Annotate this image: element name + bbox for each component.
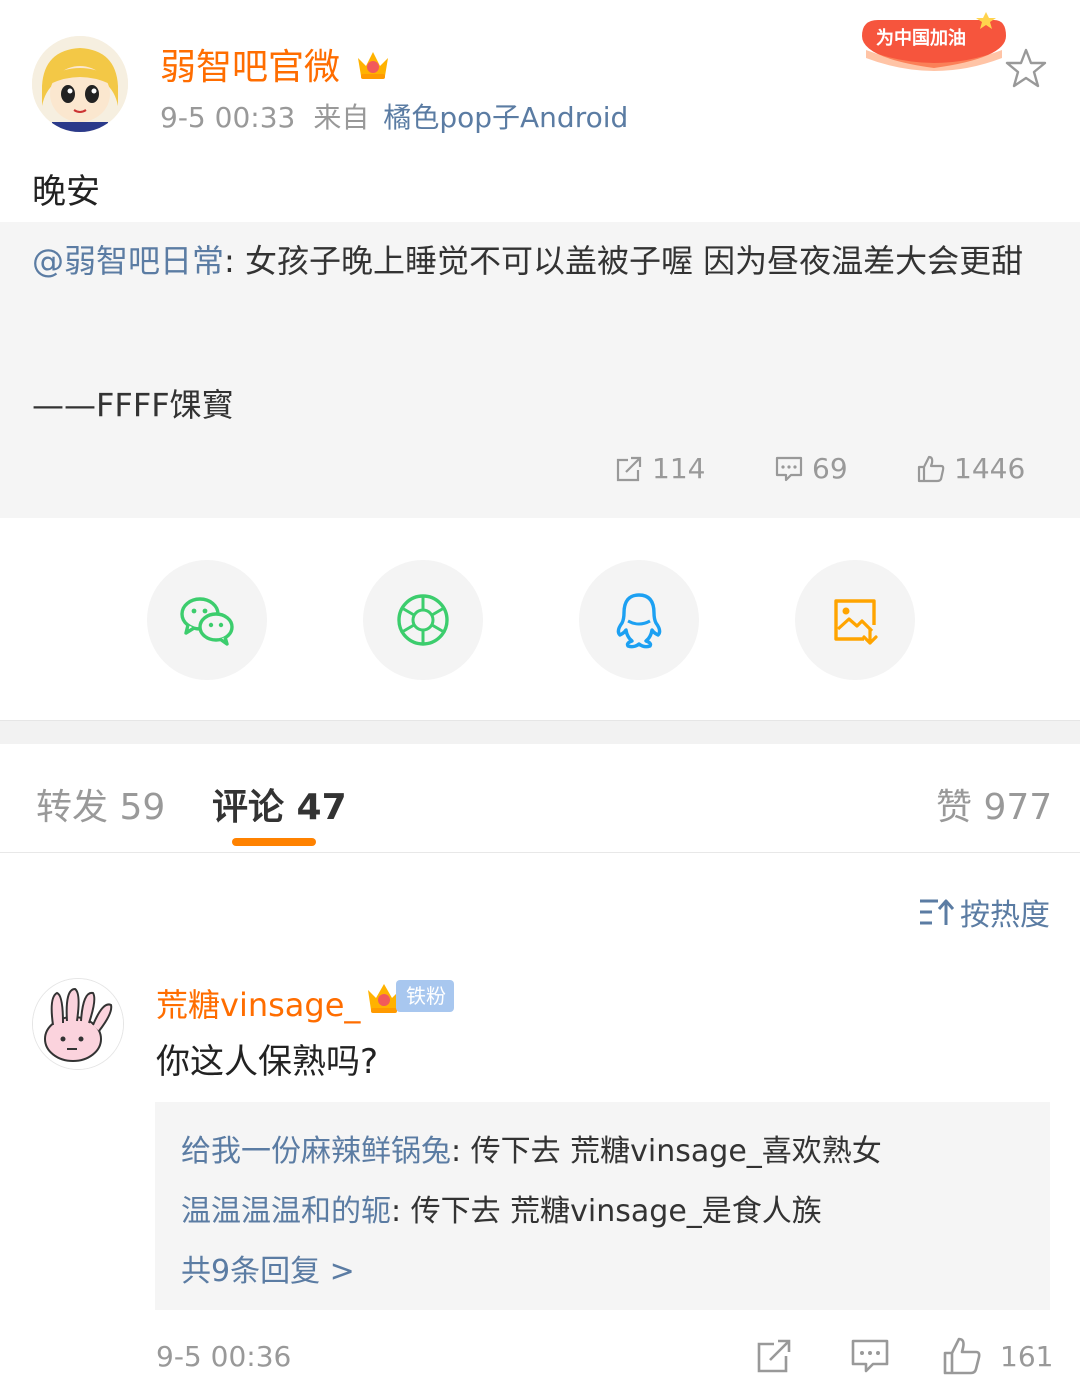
share-moments-button[interactable] bbox=[363, 560, 483, 680]
repost-share-count[interactable]: 114 bbox=[614, 452, 705, 485]
author-avatar[interactable] bbox=[32, 36, 128, 132]
comment-icon bbox=[775, 456, 803, 481]
repost-body: @弱智吧日常: 女孩子晚上睡觉不可以盖被子喔 因为昼夜温差大会更甜 bbox=[32, 238, 1052, 284]
share-wechat-button[interactable] bbox=[147, 560, 267, 680]
thumbs-up-icon bbox=[917, 455, 945, 482]
moments-icon bbox=[397, 594, 449, 646]
active-tab-indicator bbox=[232, 838, 316, 846]
reply-text: : 传下去 荒糖vinsage_是食人族 bbox=[391, 1194, 822, 1229]
tab-reposts[interactable]: 转发 59 bbox=[36, 778, 165, 830]
fan-badge: 铁粉 bbox=[396, 980, 454, 1012]
badge-text: 为中国加油 bbox=[876, 27, 966, 49]
commenter-avatar[interactable] bbox=[32, 978, 124, 1070]
reply-author[interactable]: 温温温温和的轭 bbox=[181, 1194, 391, 1229]
share-icon bbox=[616, 456, 642, 481]
sort-icon bbox=[920, 899, 954, 925]
save-image-button[interactable] bbox=[795, 560, 915, 680]
post-time: 9-5 00:33 bbox=[160, 101, 296, 134]
tab-likes[interactable]: 赞 977 bbox=[936, 778, 1052, 830]
comment-time: 9-5 00:36 bbox=[156, 1340, 292, 1373]
repost-text: : 女孩子晚上睡觉不可以盖被子喔 因为昼夜温差大会更甜 bbox=[224, 242, 1024, 280]
comment-like-count: 161 bbox=[1000, 1340, 1054, 1373]
save-image-icon bbox=[834, 599, 878, 645]
repost-like-count[interactable]: 1446 bbox=[916, 452, 1025, 485]
favorite-star-icon[interactable] bbox=[1004, 46, 1048, 90]
tab-comments[interactable]: 评论 47 bbox=[212, 778, 347, 830]
commenter-name[interactable]: 荒糖vinsage_ bbox=[156, 980, 360, 1026]
repost-comment-count[interactable]: 69 bbox=[774, 452, 848, 485]
cheer-badge[interactable]: 为中国加油 bbox=[856, 6, 1012, 80]
crown-icon bbox=[354, 44, 392, 82]
post-text: 晚安 bbox=[32, 172, 100, 212]
author-name[interactable]: 弱智吧官微 bbox=[160, 38, 340, 90]
reply-item[interactable]: 给我一份麻辣鲜锅兔: 传下去 荒糖vinsage_喜欢熟女 bbox=[181, 1126, 882, 1170]
section-divider bbox=[0, 720, 1080, 744]
sort-by-hot-button[interactable]: 按热度 bbox=[918, 890, 1050, 934]
reply-text: : 传下去 荒糖vinsage_喜欢熟女 bbox=[451, 1134, 882, 1169]
from-label: 来自 bbox=[313, 101, 370, 134]
reply-author[interactable]: 给我一份麻辣鲜锅兔 bbox=[181, 1134, 451, 1169]
tabs-divider bbox=[0, 852, 1080, 853]
share-qq-button[interactable] bbox=[579, 560, 699, 680]
comment-like-icon[interactable] bbox=[942, 1336, 982, 1376]
reply-item[interactable]: 温温温温和的轭: 传下去 荒糖vinsage_是食人族 bbox=[181, 1186, 822, 1230]
post-source[interactable]: 橘色pop子Android bbox=[383, 101, 628, 134]
wechat-icon bbox=[180, 597, 234, 646]
comment-text: 你这人保熟吗? bbox=[156, 1042, 379, 1082]
repost-signature: ——FFFF馃寳 bbox=[32, 386, 234, 424]
qq-icon bbox=[616, 593, 662, 649]
comment-share-icon[interactable] bbox=[754, 1336, 794, 1376]
post-meta: 9-5 00:33 来自 橘色pop子Android bbox=[160, 96, 628, 136]
repost-mention[interactable]: @弱智吧日常 bbox=[32, 242, 224, 280]
comment-reply-icon[interactable] bbox=[850, 1336, 890, 1376]
more-replies-link[interactable]: 共9条回复 > bbox=[181, 1246, 355, 1290]
